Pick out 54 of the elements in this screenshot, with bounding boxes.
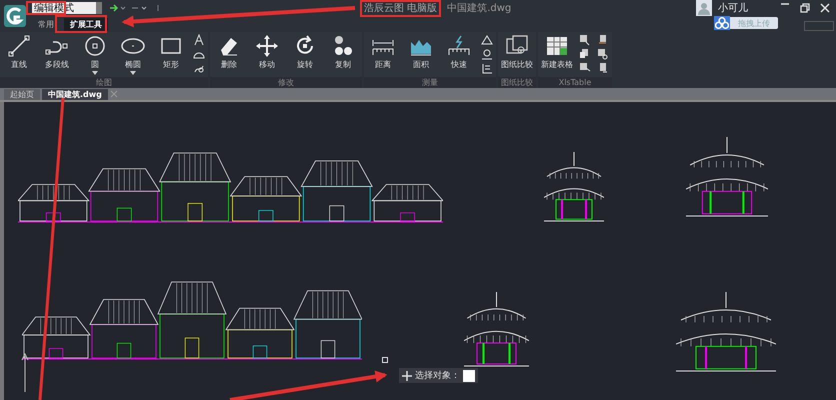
tool-button[interactable]: 图纸比较 — [498, 34, 536, 70]
tool-button[interactable]: 椭圆 — [114, 34, 152, 75]
table-tool-icon[interactable] — [597, 34, 609, 46]
document-tab[interactable]: 中国建筑.dwg — [42, 88, 108, 100]
table-tool-icon[interactable] — [597, 48, 609, 60]
app-logo-icon — [3, 4, 27, 28]
table-tool-icon[interactable] — [579, 34, 591, 46]
building-elevation-drawing — [544, 152, 604, 222]
move-icon — [255, 34, 279, 58]
tool-button[interactable]: 距离 — [364, 34, 402, 70]
user-name: 小可儿 — [718, 2, 749, 15]
tool-button[interactable]: 移动 — [248, 34, 286, 70]
tool-button[interactable]: 旋转 — [286, 34, 324, 70]
tool-button[interactable]: 直线 — [0, 34, 38, 70]
table-tool-icon[interactable] — [597, 62, 609, 74]
ribbon-tab[interactable]: 扩展工具 — [64, 18, 108, 30]
close-tab-icon — [110, 90, 118, 98]
group-label: 图纸比较 — [498, 77, 536, 88]
command-input-field[interactable] — [463, 370, 475, 382]
app-title: 浩辰云图 电脑版 — [364, 2, 438, 15]
group-label: 修改 — [210, 77, 362, 88]
restore-icon — [800, 3, 810, 13]
circle-tool-icon — [83, 34, 107, 58]
document-title: 中国建筑.dwg — [447, 2, 512, 15]
tool-button[interactable]: 快速 — [440, 34, 478, 70]
upload-icon — [714, 16, 730, 30]
circle-measure-icon[interactable] — [481, 48, 493, 60]
highlight-frame — [26, 1, 66, 15]
minimize-icon — [780, 3, 790, 5]
table-tool-icon[interactable] — [579, 48, 591, 60]
line-tool-icon — [7, 34, 31, 58]
highlight-frame — [55, 15, 107, 33]
coordinate-icon[interactable] — [481, 62, 493, 74]
tool-button[interactable]: 复制 — [324, 34, 362, 70]
ribbon-tab[interactable]: 常用 — [32, 18, 60, 30]
tool-button[interactable]: 多段线 — [38, 34, 76, 70]
quick-measure-icon — [447, 34, 471, 58]
triangle-icon[interactable] — [481, 34, 493, 46]
move-cursor-icon — [402, 370, 412, 380]
table-icon — [545, 34, 569, 58]
group-label: 绘图 — [0, 77, 208, 88]
tool-button[interactable]: 圆 — [76, 34, 114, 75]
table-tool-icon[interactable] — [579, 62, 591, 74]
group-label: XlsTable — [538, 77, 612, 88]
tool-button[interactable]: 矩形 — [152, 34, 190, 70]
text-tool-icon[interactable] — [193, 34, 205, 46]
tool-button[interactable]: 删除 — [210, 34, 248, 70]
group-label: 测量 — [364, 77, 496, 88]
close-icon — [820, 3, 830, 13]
document-tab[interactable]: 起始页 — [4, 88, 40, 100]
cursor-pickbox-icon — [382, 357, 388, 363]
command-prompt: 选择对象： — [415, 370, 460, 382]
tool-button[interactable]: 新建表格 — [538, 34, 576, 70]
tool-button[interactable]: 面积 — [402, 34, 440, 70]
